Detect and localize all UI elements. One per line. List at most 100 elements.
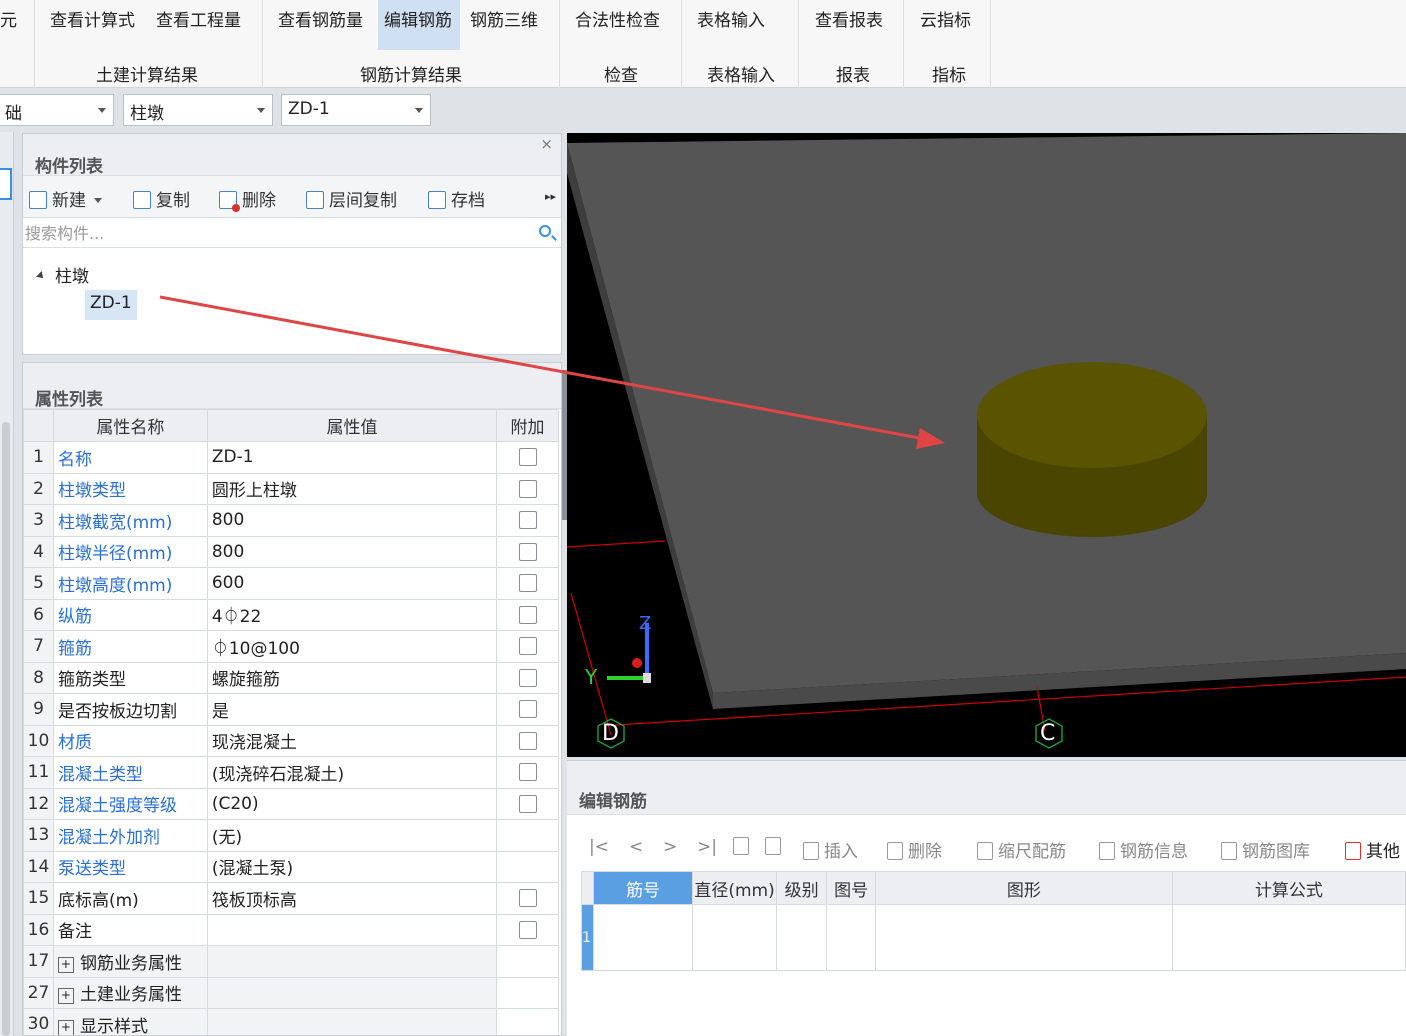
rebar-cell[interactable]: [874, 904, 1173, 971]
property-value[interactable]: 600: [206, 567, 498, 600]
copy-button[interactable]: 复制: [133, 186, 190, 211]
tree-node-zd1[interactable]: ZD-1: [85, 290, 137, 320]
insert-button[interactable]: 插入: [803, 837, 858, 862]
property-value[interactable]: (无): [206, 819, 498, 852]
property-value[interactable]: ⏀10@100: [206, 630, 498, 663]
property-value[interactable]: (现浇碎石混凝土): [206, 756, 498, 789]
property-value[interactable]: 是: [206, 693, 498, 726]
property-value[interactable]: 螺旋箍筋: [206, 661, 498, 694]
extra-checkbox[interactable]: [518, 448, 537, 467]
expand-plus-icon[interactable]: +: [57, 1019, 74, 1035]
rebar-cell[interactable]: [775, 904, 828, 971]
table-row[interactable]: 13 混凝土外加剂 (无): [23, 819, 559, 852]
property-value[interactable]: 筏板顶标高: [206, 882, 498, 915]
table-row[interactable]: 5 柱墩高度(mm) 600: [23, 567, 559, 600]
property-value[interactable]: ZD-1: [206, 441, 498, 474]
table-row[interactable]: 6 纵筋 4⏀22: [23, 598, 559, 631]
table-input-button[interactable]: 表格输入: [697, 6, 765, 31]
property-value[interactable]: 800: [206, 535, 498, 568]
property-group[interactable]: + 土建业务属性: [52, 976, 208, 1009]
last-button[interactable]: >|: [697, 837, 717, 857]
table-row[interactable]: 16 备注: [23, 913, 559, 946]
extra-checkbox[interactable]: [518, 574, 537, 593]
edit-rebar-button[interactable]: 编辑钢筋: [378, 0, 460, 50]
first-button[interactable]: |<: [589, 837, 609, 857]
rebar-cell[interactable]: [692, 904, 777, 971]
extra-checkbox[interactable]: [518, 668, 537, 687]
close-icon[interactable]: ×: [540, 135, 553, 153]
table-row[interactable]: 10 材质 现浇混凝土: [23, 724, 559, 757]
table-row[interactable]: 12 混凝土强度等级 (C20): [23, 787, 559, 820]
rebar-library-button[interactable]: 钢筋图库: [1221, 837, 1310, 862]
cloud-index-button[interactable]: 云指标: [920, 6, 971, 31]
tree-node-pier[interactable]: 柱墩: [36, 262, 89, 287]
new-button[interactable]: 新建: [29, 186, 102, 211]
ribbon-button-yuan[interactable]: 元: [0, 6, 17, 31]
next-button[interactable]: >: [663, 837, 677, 857]
view-report-button[interactable]: 查看报表: [815, 6, 883, 31]
table-row[interactable]: 15 底标高(m) 筏板顶标高: [23, 882, 559, 915]
table-row[interactable]: 14 泵送类型 (混凝土泵): [23, 850, 559, 883]
3d-viewport[interactable]: Z Y D C: [567, 133, 1406, 757]
legality-check-button[interactable]: 合法性检查: [575, 6, 660, 31]
rebar-cell[interactable]: [826, 904, 876, 971]
expand-triangle-icon[interactable]: [36, 271, 46, 281]
floor-select[interactable]: 础: [0, 94, 114, 126]
left-scrollbar[interactable]: [2, 422, 10, 1036]
save-button[interactable]: 存档: [428, 186, 485, 211]
extra-checkbox[interactable]: [518, 605, 537, 624]
extra-checkbox[interactable]: [518, 542, 537, 561]
extra-checkbox[interactable]: [518, 763, 537, 782]
table-row[interactable]: 2 柱墩类型 圆形上柱墩: [23, 472, 559, 505]
table-row[interactable]: 27 + 土建业务属性: [23, 976, 559, 1009]
property-group[interactable]: + 显示样式: [52, 1008, 208, 1035]
dock-tab[interactable]: [0, 168, 12, 200]
expand-plus-icon[interactable]: +: [57, 988, 74, 1005]
other-button[interactable]: 其他: [1345, 837, 1400, 862]
property-value[interactable]: 800: [206, 504, 498, 537]
table-row[interactable]: 4 柱墩半径(mm) 800: [23, 535, 559, 568]
table-row[interactable]: 1 名称 ZD-1: [23, 441, 559, 474]
table-row[interactable]: 17 + 钢筋业务属性: [23, 945, 559, 978]
search-input[interactable]: [25, 220, 525, 246]
extra-checkbox[interactable]: [518, 700, 537, 719]
search-icon[interactable]: [539, 225, 551, 237]
type-select[interactable]: 柱墩: [123, 94, 273, 126]
extra-checkbox[interactable]: [518, 637, 537, 656]
rebar-cell[interactable]: [592, 904, 694, 971]
rebar-3d-button[interactable]: 钢筋三维: [470, 6, 538, 31]
property-value[interactable]: [206, 913, 498, 946]
view-quantity-button[interactable]: 查看工程量: [156, 6, 241, 31]
extra-checkbox[interactable]: [518, 920, 537, 939]
table-row[interactable]: 1: [581, 904, 1406, 971]
prev-button[interactable]: <: [629, 837, 643, 857]
expand-plus-icon[interactable]: +: [57, 956, 74, 973]
property-value[interactable]: 圆形上柱墩: [206, 472, 498, 505]
floor-copy-button[interactable]: 层间复制: [306, 186, 397, 211]
property-value[interactable]: 现浇混凝土: [206, 724, 498, 757]
table-row[interactable]: 8 箍筋类型 螺旋箍筋: [23, 661, 559, 694]
extra-checkbox[interactable]: [518, 889, 537, 908]
rebar-delete-button[interactable]: 删除: [887, 837, 942, 862]
property-value[interactable]: (C20): [206, 787, 498, 820]
rebar-cell[interactable]: [1171, 904, 1406, 971]
property-group[interactable]: + 钢筋业务属性: [52, 945, 208, 978]
column-pier-cylinder[interactable]: [977, 362, 1207, 537]
extra-checkbox[interactable]: [518, 731, 537, 750]
delete-button[interactable]: 删除: [219, 186, 276, 212]
component-select[interactable]: ZD-1: [281, 94, 431, 126]
scale-rebar-button[interactable]: 缩尺配筋: [977, 837, 1066, 862]
rebar-info-button[interactable]: 钢筋信息: [1099, 837, 1188, 862]
table-row[interactable]: 9 是否按板边切割是: [23, 693, 559, 726]
extra-checkbox[interactable]: [518, 511, 537, 530]
view-formula-button[interactable]: 查看计算式: [50, 6, 135, 31]
property-value[interactable]: (混凝土泵): [206, 850, 498, 883]
property-value[interactable]: 4⏀22: [206, 598, 498, 631]
move-up-button[interactable]: [733, 837, 754, 857]
table-row[interactable]: 7 箍筋 ⏀10@100: [23, 630, 559, 663]
move-down-button[interactable]: [765, 837, 786, 857]
extra-checkbox[interactable]: [518, 794, 537, 813]
table-row[interactable]: 11 混凝土类型 (现浇碎石混凝土): [23, 756, 559, 789]
table-row[interactable]: 3 柱墩截宽(mm) 800: [23, 504, 559, 537]
extra-checkbox[interactable]: [518, 479, 537, 498]
